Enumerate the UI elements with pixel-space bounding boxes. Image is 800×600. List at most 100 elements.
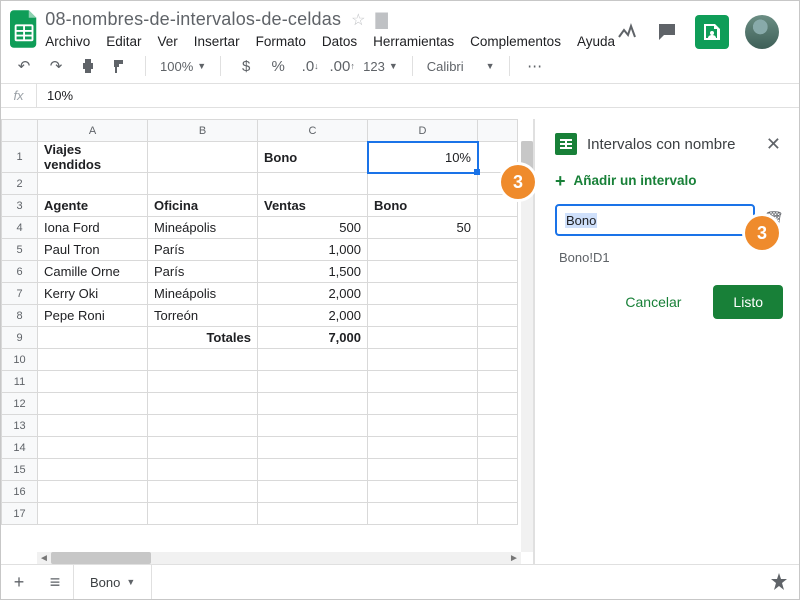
cell-A15[interactable] [38, 459, 148, 481]
cell-A13[interactable] [38, 415, 148, 437]
fx-label[interactable]: fx [1, 84, 37, 108]
star-icon[interactable]: ☆ [351, 10, 365, 30]
cell-A12[interactable] [38, 393, 148, 415]
more-formats-select[interactable]: 123▼ [363, 59, 398, 74]
zoom-select[interactable]: 100%▼ [160, 59, 206, 74]
share-button[interactable] [695, 15, 729, 49]
close-icon[interactable]: ✕ [762, 134, 785, 155]
cell-D4[interactable]: 50 [368, 217, 478, 239]
row-header-5[interactable]: 5 [2, 239, 38, 261]
menu-archivo[interactable]: Archivo [45, 34, 90, 49]
cell-B17[interactable] [148, 503, 258, 525]
cell-C16[interactable] [258, 481, 368, 503]
all-sheets-button[interactable]: ≡ [37, 565, 73, 600]
row-header-11[interactable]: 11 [2, 371, 38, 393]
cell-A3[interactable]: Agente [38, 195, 148, 217]
cell-B9[interactable]: Totales [148, 327, 258, 349]
cell-B7[interactable]: Mineápolis [148, 283, 258, 305]
add-sheet-button[interactable]: + [1, 565, 37, 600]
cell-D17[interactable] [368, 503, 478, 525]
row-header-9[interactable]: 9 [2, 327, 38, 349]
cell-A16[interactable] [38, 481, 148, 503]
cell-C6[interactable]: 1,500 [258, 261, 368, 283]
cell-D14[interactable] [368, 437, 478, 459]
range-reference[interactable]: Bono!D1 [555, 250, 785, 265]
cell-C3[interactable]: Ventas [258, 195, 368, 217]
cell-D9[interactable] [368, 327, 478, 349]
row-header-4[interactable]: 4 [2, 217, 38, 239]
menu-formato[interactable]: Formato [256, 34, 306, 49]
cell-C1[interactable]: Bono [258, 142, 368, 173]
cell-B13[interactable] [148, 415, 258, 437]
percent-button[interactable]: % [267, 55, 289, 77]
spreadsheet-grid[interactable]: ABCD1Viajes vendidosBono10%23AgenteOfici… [1, 119, 534, 564]
cell-A1[interactable]: Viajes vendidos [38, 142, 148, 173]
cell-B5[interactable]: París [148, 239, 258, 261]
cell-B3[interactable]: Oficina [148, 195, 258, 217]
cell-A7[interactable]: Kerry Oki [38, 283, 148, 305]
toolbar-overflow-button[interactable]: ⋯ [524, 55, 546, 77]
menu-ayuda[interactable]: Ayuda [577, 34, 615, 49]
range-name-input[interactable]: Bono [555, 204, 755, 236]
cell-D13[interactable] [368, 415, 478, 437]
cell-B16[interactable] [148, 481, 258, 503]
cell-D11[interactable] [368, 371, 478, 393]
formula-value[interactable]: 10% [37, 88, 73, 103]
redo-button[interactable]: ↷ [45, 55, 67, 77]
cell-B15[interactable] [148, 459, 258, 481]
undo-button[interactable]: ↶ [13, 55, 35, 77]
cell-D2[interactable] [368, 173, 478, 195]
col-header-A[interactable]: A [38, 120, 148, 142]
cell-C10[interactable] [258, 349, 368, 371]
cell-B1[interactable] [148, 142, 258, 173]
cell-C9[interactable]: 7,000 [258, 327, 368, 349]
col-header-D[interactable]: D [368, 120, 478, 142]
sheet-tab-bono[interactable]: Bono▼ [73, 565, 152, 599]
menu-datos[interactable]: Datos [322, 34, 357, 49]
cell-A6[interactable]: Camille Orne [38, 261, 148, 283]
row-header-6[interactable]: 6 [2, 261, 38, 283]
decrease-decimal-button[interactable]: .0↓ [299, 55, 321, 77]
row-header-8[interactable]: 8 [2, 305, 38, 327]
cell-D6[interactable] [368, 261, 478, 283]
cell-B4[interactable]: Mineápolis [148, 217, 258, 239]
row-header-16[interactable]: 16 [2, 481, 38, 503]
cell-A9[interactable] [38, 327, 148, 349]
col-header-B[interactable]: B [148, 120, 258, 142]
increase-decimal-button[interactable]: .00↑ [331, 55, 353, 77]
doc-title[interactable]: 08-nombres-de-intervalos-de-celdas [45, 9, 341, 30]
activity-icon[interactable] [615, 20, 639, 44]
cell-B14[interactable] [148, 437, 258, 459]
row-header-1[interactable]: 1 [2, 142, 38, 173]
row-header-10[interactable]: 10 [2, 349, 38, 371]
cell-D1[interactable]: 10% [368, 142, 478, 173]
row-header-14[interactable]: 14 [2, 437, 38, 459]
sheets-app-icon[interactable] [9, 9, 41, 49]
explore-button[interactable] [759, 565, 799, 600]
cell-D12[interactable] [368, 393, 478, 415]
cell-A2[interactable] [38, 173, 148, 195]
cell-B12[interactable] [148, 393, 258, 415]
col-header-C[interactable]: C [258, 120, 368, 142]
menu-insertar[interactable]: Insertar [194, 34, 240, 49]
cell-C2[interactable] [258, 173, 368, 195]
row-header-17[interactable]: 17 [2, 503, 38, 525]
comments-icon[interactable] [655, 20, 679, 44]
done-button[interactable]: Listo [713, 285, 783, 319]
cell-C7[interactable]: 2,000 [258, 283, 368, 305]
select-all-cell[interactable] [2, 120, 38, 142]
row-header-15[interactable]: 15 [2, 459, 38, 481]
cell-A17[interactable] [38, 503, 148, 525]
row-header-7[interactable]: 7 [2, 283, 38, 305]
cell-B2[interactable] [148, 173, 258, 195]
cell-C14[interactable] [258, 437, 368, 459]
cell-B8[interactable]: Torreón [148, 305, 258, 327]
cell-B6[interactable]: París [148, 261, 258, 283]
vertical-scrollbar[interactable] [521, 141, 533, 552]
cell-D7[interactable] [368, 283, 478, 305]
horizontal-scrollbar[interactable]: ◄► [37, 552, 521, 564]
row-header-3[interactable]: 3 [2, 195, 38, 217]
cell-C17[interactable] [258, 503, 368, 525]
menu-ver[interactable]: Ver [158, 34, 178, 49]
cancel-button[interactable]: Cancelar [605, 285, 701, 319]
